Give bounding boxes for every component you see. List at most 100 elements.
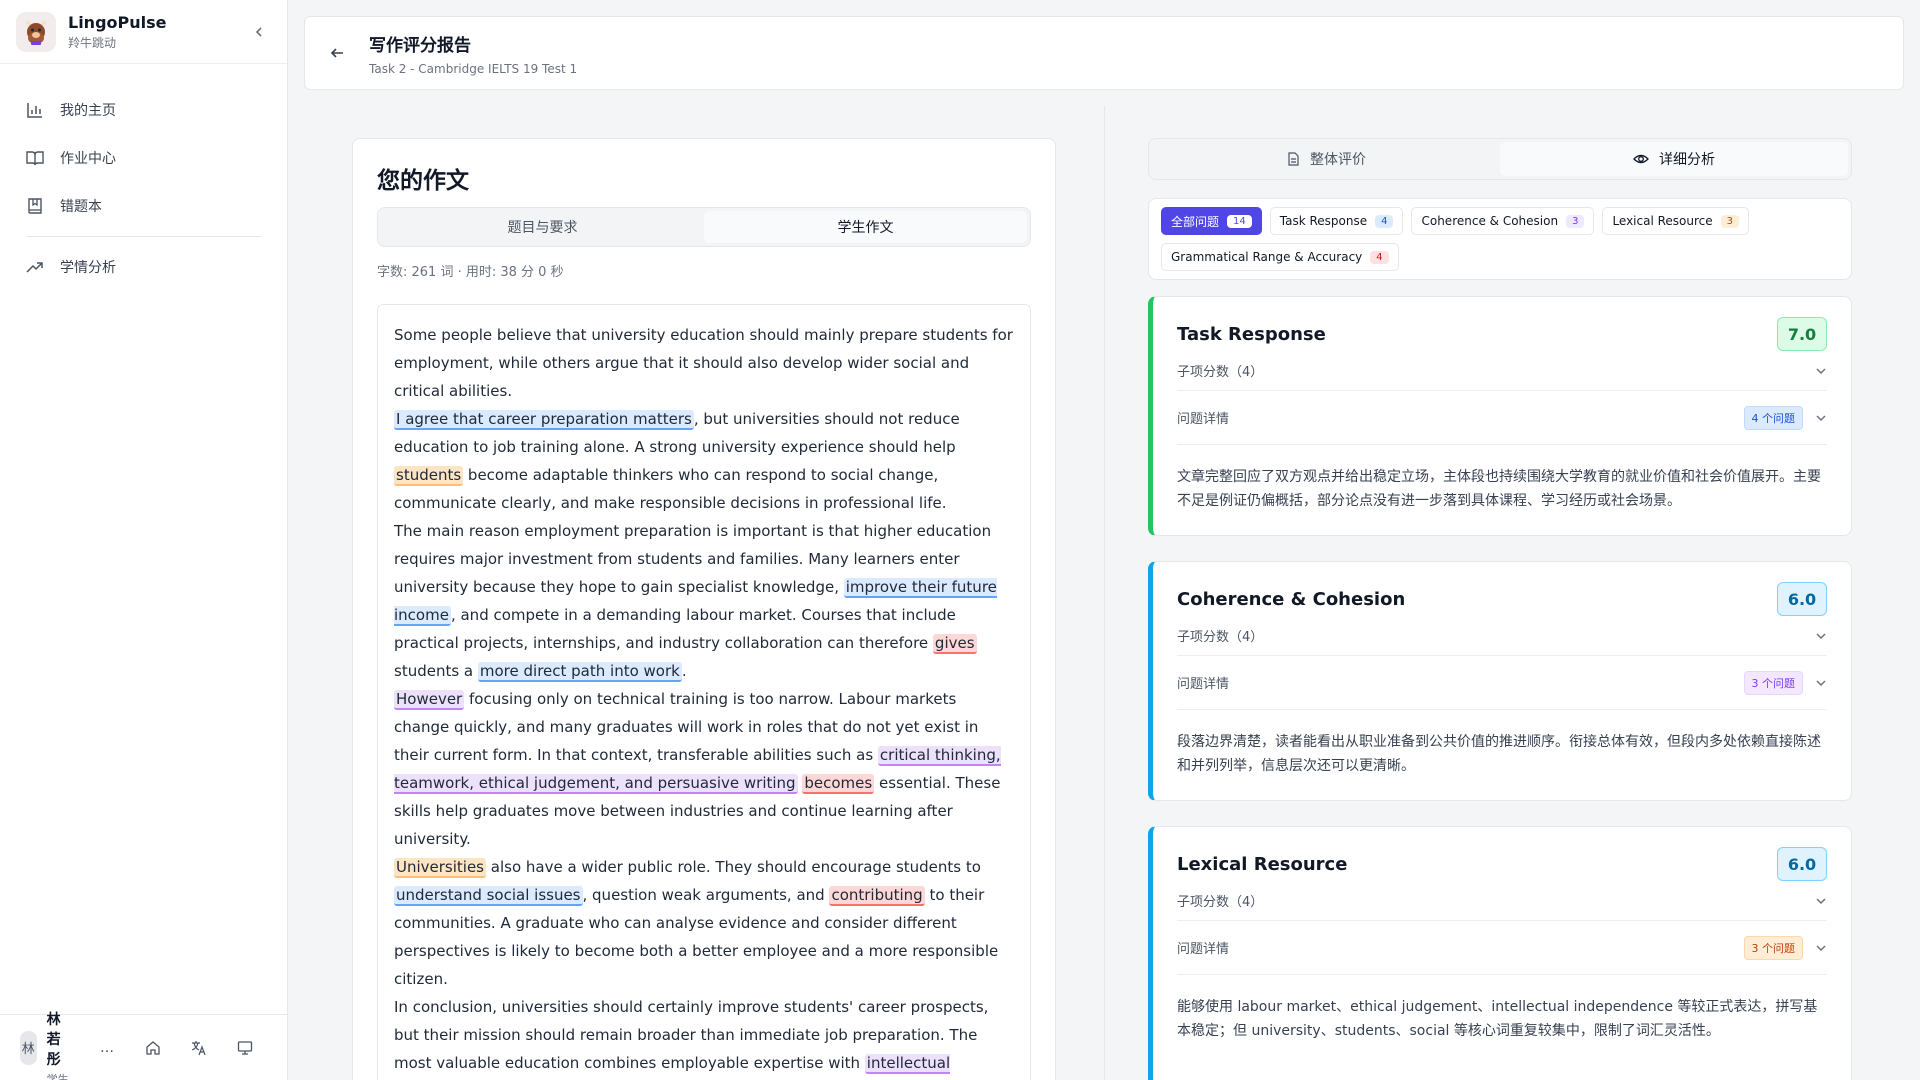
filter-label: Coherence & Cohesion (1421, 214, 1559, 228)
issues-toggle[interactable]: 问题详情 3 个问题 (1177, 656, 1827, 710)
essay-title: 您的作文 (377, 168, 469, 194)
essay-paragraph: I agree that career preparation matters,… (394, 405, 1014, 517)
criterion-card-coherence: Coherence & Cohesion 6.0 子项分数（4） 问题详情 3 … (1148, 561, 1852, 801)
issue-count-badge: 3 个问题 (1743, 670, 1803, 695)
essay-text-span: Some people believe that university educ… (394, 326, 1013, 400)
filter-count: 3 (1720, 214, 1740, 228)
subscores-toggle[interactable]: 子项分数（4） (1177, 351, 1827, 391)
criterion-name: Lexical Resource (1177, 853, 1348, 875)
bar-chart-icon (27, 103, 42, 118)
highlight-grammar[interactable]: contributing (829, 886, 925, 906)
issue-count-badge: 4 个问题 (1743, 405, 1803, 430)
essay-card: 您的作文 题目与要求 学生作文 字数: 261 词 · 用时: 38 分 0 秒… (352, 138, 1056, 1080)
criterion-card-task-response: Task Response 7.0 子项分数（4） 问题详情 4 个问题 文章完… (1148, 296, 1852, 536)
brand: LingoPulse 羚牛跳动 (0, 0, 287, 64)
subscores-toggle[interactable]: 子项分数（4） (1177, 616, 1827, 656)
filter-label: Lexical Resource (1612, 214, 1713, 228)
tab-student-essay[interactable]: 学生作文 (704, 211, 1027, 243)
filter-label: Task Response (1279, 214, 1368, 228)
chevron-left-icon (255, 26, 262, 37)
more-button[interactable]: … (84, 1033, 130, 1063)
issue-filters: 全部问题 14 Task Response 4 Coherence & Cohesi… (1148, 198, 1852, 280)
filter-grammar[interactable]: Grammatical Range & Accuracy 4 (1161, 243, 1399, 271)
issues-label: 问题详情 (1177, 412, 1230, 427)
criterion-score: 7.0 (1777, 317, 1827, 351)
essay-text-span: also have a wider public role. They shou… (486, 858, 981, 876)
filter-coherence[interactable]: Coherence & Cohesion 3 (1411, 207, 1595, 235)
user-name: 林若彤 (46, 1011, 61, 1068)
user-bar: 林 林若彤 学生 … (0, 1012, 288, 1080)
book-open-icon (26, 151, 44, 166)
tab-detailed[interactable]: 详细分析 (1500, 142, 1848, 176)
essay-text: Some people believe that university educ… (377, 304, 1031, 1080)
more-icon: … (100, 1039, 114, 1056)
tab-prompt[interactable]: 题目与要求 (381, 211, 704, 243)
issues-label: 问题详情 (1177, 942, 1230, 957)
essay-text-span: , and compete in a demanding labour mark… (394, 606, 956, 652)
criterion-card-lexical: Lexical Resource 6.0 子项分数（4） 问题详情 3 个问题 … (1148, 826, 1852, 1080)
translate-icon (191, 1040, 206, 1055)
highlight-task-response[interactable]: understand social issues (394, 886, 583, 906)
filter-label: 全部问题 (1171, 214, 1220, 229)
chevron-down-icon (1816, 679, 1826, 686)
filter-lexical[interactable]: Lexical Resource 3 (1602, 207, 1750, 235)
trending-up-icon (26, 262, 43, 273)
tab-overall[interactable]: 整体评价 (1152, 142, 1500, 176)
issues-toggle[interactable]: 问题详情 3 个问题 (1177, 921, 1827, 975)
sidebar-item-assignments[interactable]: 作业中心 (0, 134, 287, 182)
highlight-coherence[interactable]: However (394, 690, 465, 710)
highlight-task-response[interactable]: more direct path into work (477, 662, 682, 682)
essay-meta: 字数: 261 词 · 用时: 38 分 0 秒 (377, 265, 564, 280)
subscores-label: 子项分数（4） (1177, 895, 1264, 910)
filter-task-response[interactable]: Task Response 4 (1269, 207, 1404, 235)
filter-count: 14 (1227, 214, 1252, 228)
collapse-sidebar-button[interactable] (247, 20, 271, 44)
sidebar-item-label: 学情分析 (60, 260, 116, 276)
sidebar-item-label: 我的主页 (60, 103, 116, 119)
filter-count: 4 (1375, 214, 1394, 228)
arrow-left-icon (330, 48, 343, 58)
display-button[interactable] (222, 1033, 268, 1063)
home-button[interactable] (130, 1033, 176, 1063)
sidebar-item-analytics[interactable]: 学情分析 (0, 243, 287, 291)
essay-paragraph: Universities also have a wider public ro… (394, 853, 1014, 993)
nav-divider (26, 236, 261, 237)
highlight-grammar[interactable]: becomes (802, 774, 875, 794)
page-header: 写作评分报告 Task 2 - Cambridge IELTS 19 Test … (304, 16, 1904, 90)
highlight-grammar[interactable]: gives (932, 634, 977, 654)
essay-text-span: . (681, 662, 687, 680)
page-subtitle: Task 2 - Cambridge IELTS 19 Test 1 (369, 61, 578, 76)
highlight-lexical[interactable]: students (394, 466, 464, 486)
highlight-task-response[interactable]: I agree that career preparation matters (394, 410, 694, 430)
issues-toggle[interactable]: 问题详情 4 个问题 (1177, 391, 1827, 445)
subscores-label: 子项分数（4） (1177, 365, 1264, 380)
essay-text-span: students a (394, 662, 478, 680)
essay-text-span: become adaptable thinkers who can respon… (394, 466, 947, 512)
filter-label: Grammatical Range & Accuracy (1171, 250, 1363, 264)
criterion-name: Coherence & Cohesion (1177, 588, 1406, 610)
sidebar-item-mistakes[interactable]: 错题本 (0, 182, 287, 230)
user-role: 学生 (46, 1072, 69, 1080)
bookmark-book-icon (28, 198, 42, 214)
subscores-toggle[interactable]: 子项分数（4） (1177, 881, 1827, 921)
document-icon (1288, 152, 1299, 166)
essay-paragraph: The main reason employment preparation i… (394, 517, 1014, 685)
pane-divider (1104, 106, 1105, 1080)
back-button[interactable] (325, 41, 349, 65)
avatar[interactable]: 林 (20, 1030, 37, 1065)
chevron-down-icon (1816, 944, 1826, 951)
tab-label: 详细分析 (1659, 152, 1715, 168)
essay-tabs: 题目与要求 学生作文 (377, 207, 1031, 247)
criterion-score: 6.0 (1777, 582, 1827, 616)
highlight-lexical[interactable]: Universities (394, 858, 487, 878)
sidebar-item-label: 错题本 (60, 199, 102, 215)
essay-paragraph: In conclusion, universities should certa… (394, 993, 1014, 1080)
sidebar-item-label: 作业中心 (60, 151, 116, 167)
sidebar-item-home[interactable]: 我的主页 (0, 86, 287, 134)
essay-paragraph: However focusing only on technical train… (394, 685, 1014, 853)
subscores-label: 子项分数（4） (1177, 630, 1264, 645)
language-button[interactable] (176, 1033, 222, 1063)
filter-all[interactable]: 全部问题 14 (1161, 207, 1262, 235)
eye-icon (1633, 154, 1649, 164)
criterion-comment: 段落边界清楚，读者能看出从职业准备到公共价值的推进顺序。衔接总体有效，但段内多处… (1177, 734, 1821, 774)
